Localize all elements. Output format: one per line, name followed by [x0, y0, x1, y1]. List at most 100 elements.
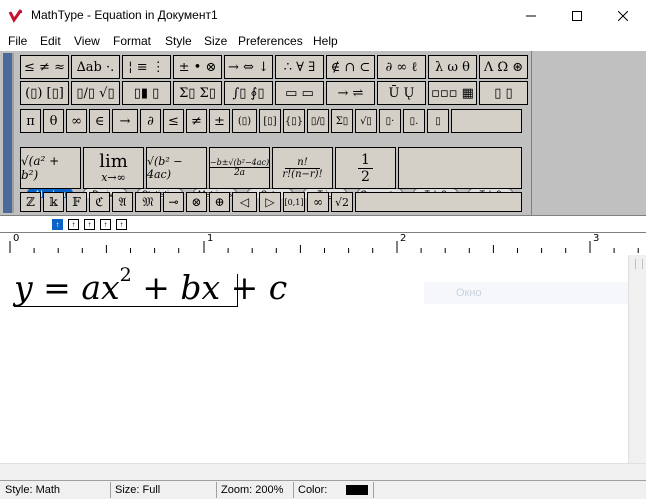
symbol-element-of[interactable]: ∈ [89, 109, 110, 133]
palette-greek-upper[interactable]: Λ Ω ⊛ [479, 55, 528, 79]
palette-spaces-ellipses[interactable]: ∆ab ·. [71, 55, 120, 79]
template-discriminant[interactable]: √(b² − 4ac) [146, 147, 207, 189]
palette-boxes[interactable]: ▯ ▯ [479, 81, 528, 105]
palette-fractions-radicals[interactable]: ▯/▯ √▯ [71, 81, 120, 105]
menu-view[interactable]: View [74, 34, 100, 48]
symbol-plus-minus[interactable]: ± [209, 109, 230, 133]
palette-embellishments[interactable]: ¦ ≡ ⋮ [122, 55, 171, 79]
palette-logic[interactable]: ∴ ∀ ∃ [275, 55, 324, 79]
palette-products[interactable]: Ū Ų [377, 81, 426, 105]
palette-matrices[interactable]: ▫▫▫ ▦ [428, 81, 477, 105]
symbol-theta[interactable]: θ [43, 109, 64, 133]
palette-fences[interactable]: (▯) [▯] [20, 81, 69, 105]
eq-equals: = [43, 268, 71, 307]
menu-help[interactable]: Help [313, 34, 338, 48]
symbol-pi[interactable]: π [20, 109, 41, 133]
close-button[interactable] [600, 0, 646, 31]
vertical-scrollbar[interactable] [628, 255, 646, 463]
status-style: Style: Math [5, 484, 61, 496]
palette-bars[interactable]: ▭ ▭ [275, 81, 324, 105]
menu-edit[interactable]: Edit [40, 34, 61, 48]
ruler[interactable]: 0 1 2 3 [0, 232, 646, 256]
palette-misc-symbols[interactable]: ∂ ∞ ℓ [377, 55, 426, 79]
template-limit[interactable]: lim x→∞ [83, 147, 144, 189]
palette-set-theory[interactable]: ∉ ∩ ⊂ [326, 55, 375, 79]
menu-bar: File Edit View Format Style Size Prefere… [0, 31, 646, 51]
symbol-multimap[interactable]: ⊸ [163, 192, 184, 212]
eq-var-c: c [268, 268, 288, 307]
template-hypotenuse[interactable]: √(a² + b²) [20, 147, 81, 189]
slot-underline [14, 306, 238, 307]
maximize-button[interactable] [554, 0, 600, 31]
nudge-up-2[interactable]: ↑ [68, 219, 79, 230]
template-braces[interactable]: {▯} [283, 109, 305, 133]
symbol-less-equal[interactable]: ≤ [163, 109, 184, 133]
eq-var-b: b [180, 268, 202, 307]
minimize-button[interactable] [508, 0, 554, 31]
symbol-infinity[interactable]: ∞ [66, 109, 87, 133]
close-icon [618, 10, 628, 21]
mathtype-app-icon[interactable] [8, 8, 24, 24]
equation[interactable]: y = ax2 + bx + c [14, 264, 288, 307]
status-divider [216, 482, 217, 498]
status-bar: Style: Math Size: Full Zoom: 200% Color: [0, 480, 646, 499]
template-quadratic-formula[interactable]: −b±√(b²−4ac) 2a [209, 147, 270, 189]
symbol-unit-interval[interactable]: [0,1] [283, 192, 305, 212]
template-parentheses[interactable]: (▯) [232, 109, 257, 133]
combination-denominator: r!(n−r)! [282, 168, 323, 180]
eq-var-y: y [14, 268, 33, 307]
template-brackets[interactable]: [▯] [259, 109, 281, 133]
template-superscript[interactable]: ▯· [379, 109, 401, 133]
palette-greek-lower[interactable]: λ ω θ [428, 55, 477, 79]
menu-preferences[interactable]: Preferences [238, 34, 303, 48]
symbol-circled-times[interactable]: ⊗ [186, 192, 207, 212]
horizontal-scrollbar[interactable] [0, 463, 646, 481]
symbol-fraktur-m[interactable]: 𝔐 [135, 192, 161, 212]
status-divider [293, 482, 294, 498]
half-denominator: 2 [361, 168, 370, 185]
palette-integrals[interactable]: ∫▯ ∮▯ [224, 81, 273, 105]
menu-style[interactable]: Style [165, 34, 192, 48]
symbol-field-k[interactable]: 𝕜 [43, 192, 64, 212]
template-square-root[interactable]: √▯ [355, 109, 377, 133]
palette-relations[interactable]: ≤ ≠ ≈ [20, 55, 69, 79]
eq-plus-2: + [230, 268, 259, 307]
palette-labeled-arrows[interactable]: → ⇌ [326, 81, 375, 105]
symbol-fraktur-a[interactable]: 𝔄 [112, 192, 133, 212]
symbol-right-triangle[interactable]: ▷ [259, 192, 281, 212]
symbol-circled-plus[interactable]: ⊕ [209, 192, 230, 212]
nudge-up-1[interactable]: ↑ [52, 219, 63, 230]
nudge-up-4[interactable]: ↑ [100, 219, 111, 230]
nudge-up-3[interactable]: ↑ [84, 219, 95, 230]
eq-var-x-2: x [201, 268, 221, 307]
ruler-mark-1: 1 [207, 233, 214, 244]
symbol-fraktur-c[interactable]: ℭ [89, 192, 110, 212]
color-swatch[interactable] [346, 485, 368, 495]
scroll-up-icon[interactable] [635, 259, 643, 269]
palette-summations[interactable]: Σ▯ Σ▯ [173, 81, 222, 105]
symbol-integers[interactable]: ℤ [20, 192, 41, 212]
menu-size[interactable]: Size [204, 34, 227, 48]
window-title: MathType - Equation in Документ1 [31, 8, 218, 22]
palette-subscripts[interactable]: ▯▮ ▯ [122, 81, 171, 105]
template-summation[interactable]: Σ▯ [331, 109, 353, 133]
menu-format[interactable]: Format [113, 34, 151, 48]
template-fraction[interactable]: ▯/▯ [307, 109, 329, 133]
template-one-half[interactable]: 1 2 [335, 147, 396, 189]
symbol-not-equal[interactable]: ≠ [186, 109, 207, 133]
template-empty-slot [398, 147, 522, 189]
symbol-partial[interactable]: ∂ [140, 109, 161, 133]
toolbar-grip[interactable] [3, 53, 14, 213]
template-sub-superscript[interactable]: ▯ [427, 109, 449, 133]
template-subscript[interactable]: ▯. [403, 109, 425, 133]
palette-operators[interactable]: ± • ⊗ [173, 55, 222, 79]
symbol-left-triangle[interactable]: ◁ [232, 192, 257, 212]
palette-arrows[interactable]: → ⇔ ↓ [224, 55, 273, 79]
symbol-right-arrow[interactable]: → [112, 109, 138, 133]
symbol-sqrt-two[interactable]: √2 [331, 192, 353, 212]
template-combination[interactable]: n! r!(n−r)! [272, 147, 333, 189]
menu-file[interactable]: File [8, 34, 27, 48]
symbol-infinity-small[interactable]: ∞ [307, 192, 329, 212]
symbol-field-f[interactable]: 𝔽 [66, 192, 87, 212]
nudge-up-5[interactable]: ↑ [116, 219, 127, 230]
